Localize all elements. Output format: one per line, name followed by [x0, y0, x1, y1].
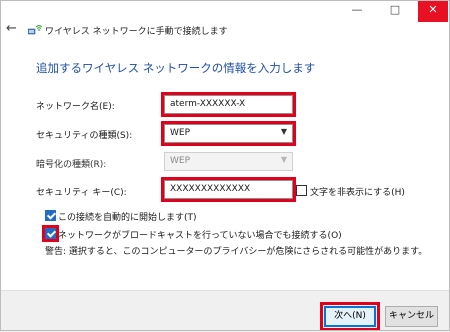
- minimize-button[interactable]: —: [342, 0, 372, 22]
- page-heading: 追加するワイヤレス ネットワークの情報を入力します: [36, 61, 316, 75]
- network-name-label: ネットワーク名(E):: [36, 102, 115, 112]
- close-button[interactable]: ✕: [418, 0, 448, 22]
- security-type-label: セキュリティの種類(S):: [36, 131, 133, 141]
- wifi-network-icon: [28, 24, 42, 35]
- auto-start-label[interactable]: この接続を自動的に開始します(T): [58, 210, 197, 223]
- security-key-label: セキュリティ キー(C):: [36, 188, 127, 198]
- chevron-down-icon: ▼: [280, 155, 287, 164]
- security-key-highlight: [161, 177, 296, 202]
- encryption-type-select: WEP ▼: [164, 152, 293, 171]
- window-title: ワイヤレス ネットワークに手動で接続します: [45, 27, 228, 37]
- network-name-highlight: [161, 92, 296, 117]
- encryption-type-value: WEP: [170, 156, 191, 166]
- privacy-warning-text: 警告: 選択すると、このコンピューターのプライバシーが危険にさらされる可能性があ…: [45, 247, 428, 257]
- hide-characters-checkbox[interactable]: [296, 185, 307, 196]
- connect-hidden-label[interactable]: ネットワークがブロードキャストを行っていない場合でも接続する(O): [58, 228, 342, 241]
- encryption-type-label: 暗号化の種類(R):: [36, 160, 107, 170]
- maximize-button[interactable]: □: [380, 0, 410, 22]
- hide-characters-label[interactable]: 文字を非表示にする(H): [310, 185, 405, 198]
- connect-hidden-highlight: [42, 225, 59, 242]
- security-type-highlight: [161, 121, 296, 146]
- auto-start-checkbox[interactable]: [45, 210, 56, 221]
- next-button-highlight: [320, 302, 380, 331]
- dialog-footer: [0, 290, 450, 332]
- cancel-button[interactable]: キャンセル: [385, 306, 438, 327]
- back-arrow-icon[interactable]: ←: [6, 21, 17, 36]
